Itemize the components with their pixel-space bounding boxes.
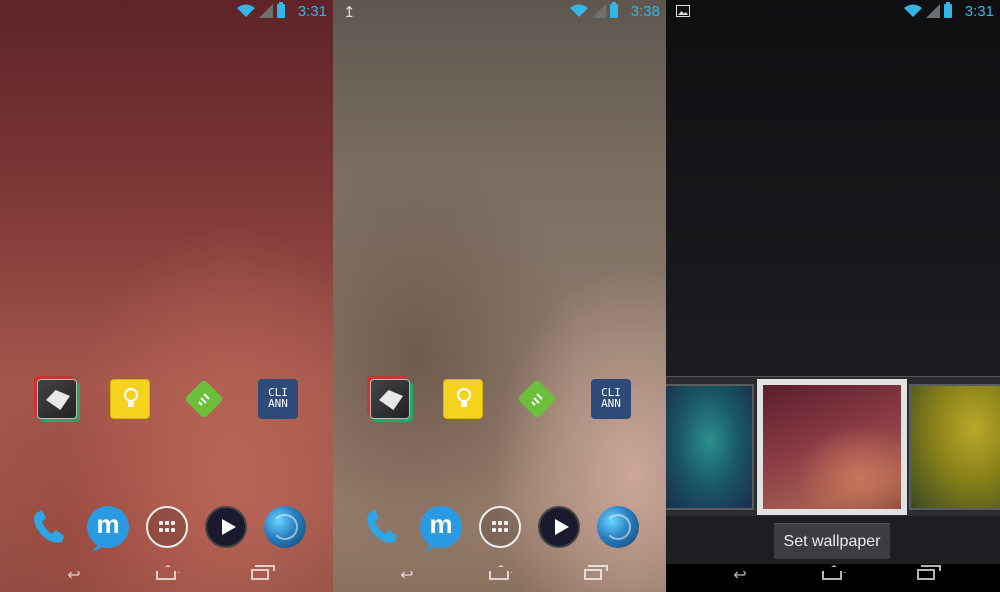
globe-icon[interactable] — [597, 506, 639, 548]
status-icons — [237, 2, 285, 18]
recent-apps-icon[interactable] — [581, 565, 608, 584]
recent-apps-icon[interactable] — [914, 565, 941, 584]
status-time: 3:38 — [630, 3, 660, 20]
signal-icon — [592, 4, 606, 18]
dock: m — [0, 506, 333, 550]
home-icon[interactable] — [820, 568, 844, 584]
all-apps-icon[interactable] — [479, 506, 521, 548]
phone-icon[interactable] — [361, 506, 403, 548]
messenger-icon[interactable]: m — [420, 506, 462, 548]
feedly-app-icon[interactable] — [184, 379, 224, 419]
wifi-icon — [237, 4, 255, 17]
signal-icon — [926, 4, 940, 18]
status-icons — [904, 2, 952, 18]
origami-app-icon[interactable] — [370, 379, 410, 419]
app-row: CLI ANN — [333, 379, 666, 421]
upload-icon: ↥ — [343, 4, 356, 21]
dock: m — [333, 506, 666, 550]
cli-ann-app-icon[interactable]: CLI ANN — [591, 379, 631, 419]
home-screen-red: 3:31 CLI ANN m ↩ — [0, 0, 333, 592]
recent-apps-icon[interactable] — [248, 565, 275, 584]
wifi-icon — [904, 4, 922, 17]
play-icon[interactable] — [538, 506, 580, 548]
status-time: 3:31 — [297, 3, 327, 20]
status-icons — [570, 2, 618, 18]
battery-icon — [610, 2, 618, 18]
status-time: 3:31 — [964, 3, 994, 20]
wallpaper-thumbnail-teal[interactable] — [666, 384, 754, 510]
status-bar: 3:31 — [666, 0, 1000, 24]
play-icon[interactable] — [205, 506, 247, 548]
gallery-icon — [676, 5, 690, 17]
back-icon[interactable]: ↩ — [395, 568, 419, 584]
wallpaper-picker-screen: 3:31 Set wallpaper ↩ — [666, 0, 1000, 592]
lightbulb-notes-app-icon[interactable] — [443, 379, 483, 419]
navigation-bar: ↩ — [666, 564, 1000, 592]
wallpaper-thumbnail-red-selected[interactable] — [757, 379, 907, 515]
navigation-bar: ↩ — [0, 564, 333, 592]
back-icon[interactable]: ↩ — [728, 568, 752, 584]
home-icon[interactable] — [487, 568, 511, 584]
wifi-icon — [570, 4, 588, 17]
lightbulb-notes-app-icon[interactable] — [110, 379, 150, 419]
home-icon[interactable] — [154, 568, 178, 584]
status-bar: ↥ 3:38 — [333, 0, 666, 24]
app-row: CLI ANN — [0, 379, 333, 421]
set-wallpaper-button[interactable]: Set wallpaper — [774, 523, 890, 559]
battery-icon — [944, 2, 952, 18]
feedly-app-icon[interactable] — [517, 379, 557, 419]
all-apps-icon[interactable] — [146, 506, 188, 548]
back-icon[interactable]: ↩ — [62, 568, 86, 584]
cli-ann-app-icon[interactable]: CLI ANN — [258, 379, 298, 419]
phone-icon[interactable] — [28, 506, 70, 548]
wallpaper-thumbnail-strip — [666, 376, 1000, 516]
battery-icon — [277, 2, 285, 18]
wallpaper-thumbnail-olive[interactable] — [909, 384, 1000, 510]
signal-icon — [259, 4, 273, 18]
globe-icon[interactable] — [264, 506, 306, 548]
navigation-bar: ↩ — [333, 564, 666, 592]
origami-app-icon[interactable] — [37, 379, 77, 419]
messenger-icon[interactable]: m — [87, 506, 129, 548]
home-screen-beige: ↥ 3:38 CLI ANN m ↩ — [333, 0, 666, 592]
status-bar: 3:31 — [0, 0, 333, 24]
